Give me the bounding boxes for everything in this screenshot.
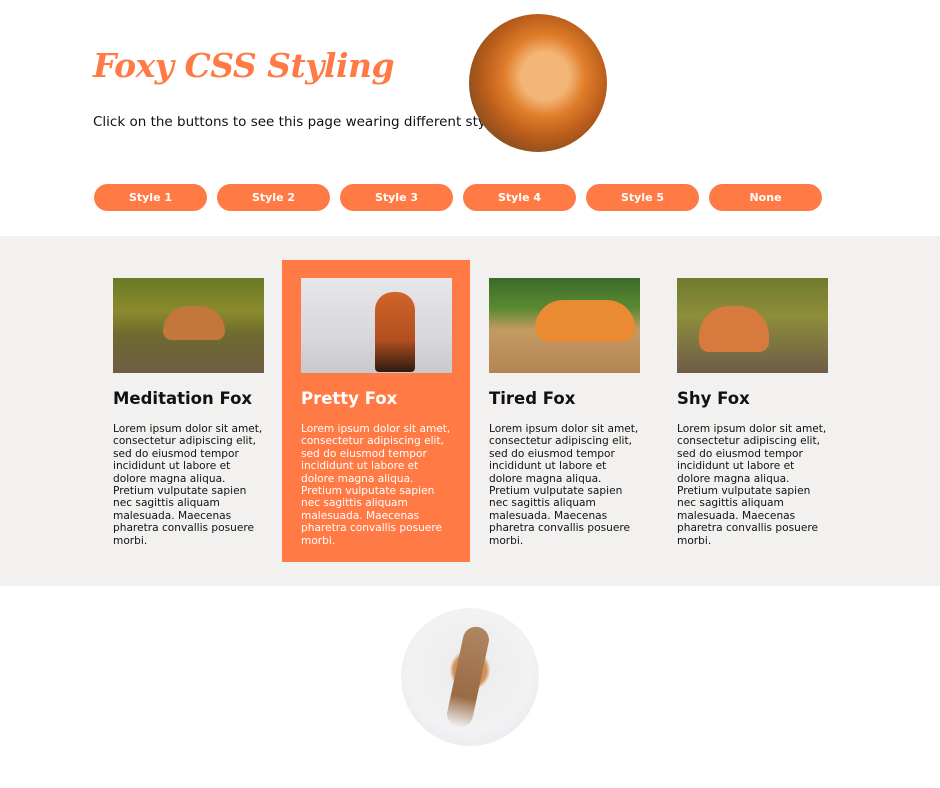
card-title: Pretty Fox <box>301 389 398 408</box>
shy-fox-image <box>677 278 828 373</box>
style-none-button[interactable]: None <box>709 184 822 211</box>
card-text: Lorem ipsum dolor sit amet, consectetur … <box>301 423 451 547</box>
card-text: Lorem ipsum dolor sit amet, consectetur … <box>113 423 263 547</box>
meditation-fox-image <box>113 278 264 373</box>
card-text: Lorem ipsum dolor sit amet, consectetur … <box>489 423 639 547</box>
style-1-button[interactable]: Style 1 <box>94 184 207 211</box>
hero-fox-image <box>469 14 607 152</box>
style-4-button[interactable]: Style 4 <box>463 184 576 211</box>
pretty-fox-image <box>301 278 452 373</box>
card-text: Lorem ipsum dolor sit amet, consectetur … <box>677 423 827 547</box>
style-3-button[interactable]: Style 3 <box>340 184 453 211</box>
tired-fox-image <box>489 278 640 373</box>
style-2-button[interactable]: Style 2 <box>217 184 330 211</box>
page-subtitle: Click on the buttons to see this page we… <box>93 114 510 130</box>
page-title: Foxy CSS Styling <box>93 46 395 85</box>
card-pretty-fox: Pretty Fox Lorem ipsum dolor sit amet, c… <box>282 260 470 562</box>
card-title: Meditation Fox <box>113 389 253 408</box>
card-shy-fox: Shy Fox Lorem ipsum dolor sit amet, cons… <box>658 260 846 562</box>
page: Foxy CSS Styling Click on the buttons to… <box>0 0 940 788</box>
card-meditation-fox: Meditation Fox Lorem ipsum dolor sit ame… <box>94 260 282 562</box>
cards-section: Meditation Fox Lorem ipsum dolor sit ame… <box>0 236 940 586</box>
card-tired-fox: Tired Fox Lorem ipsum dolor sit amet, co… <box>470 260 658 562</box>
diving-fox-image <box>401 608 539 746</box>
card-title: Shy Fox <box>677 389 750 408</box>
style-button-group: Style 1 Style 2 Style 3 Style 4 Style 5 … <box>94 184 822 211</box>
style-5-button[interactable]: Style 5 <box>586 184 699 211</box>
card-title: Tired Fox <box>489 389 576 408</box>
